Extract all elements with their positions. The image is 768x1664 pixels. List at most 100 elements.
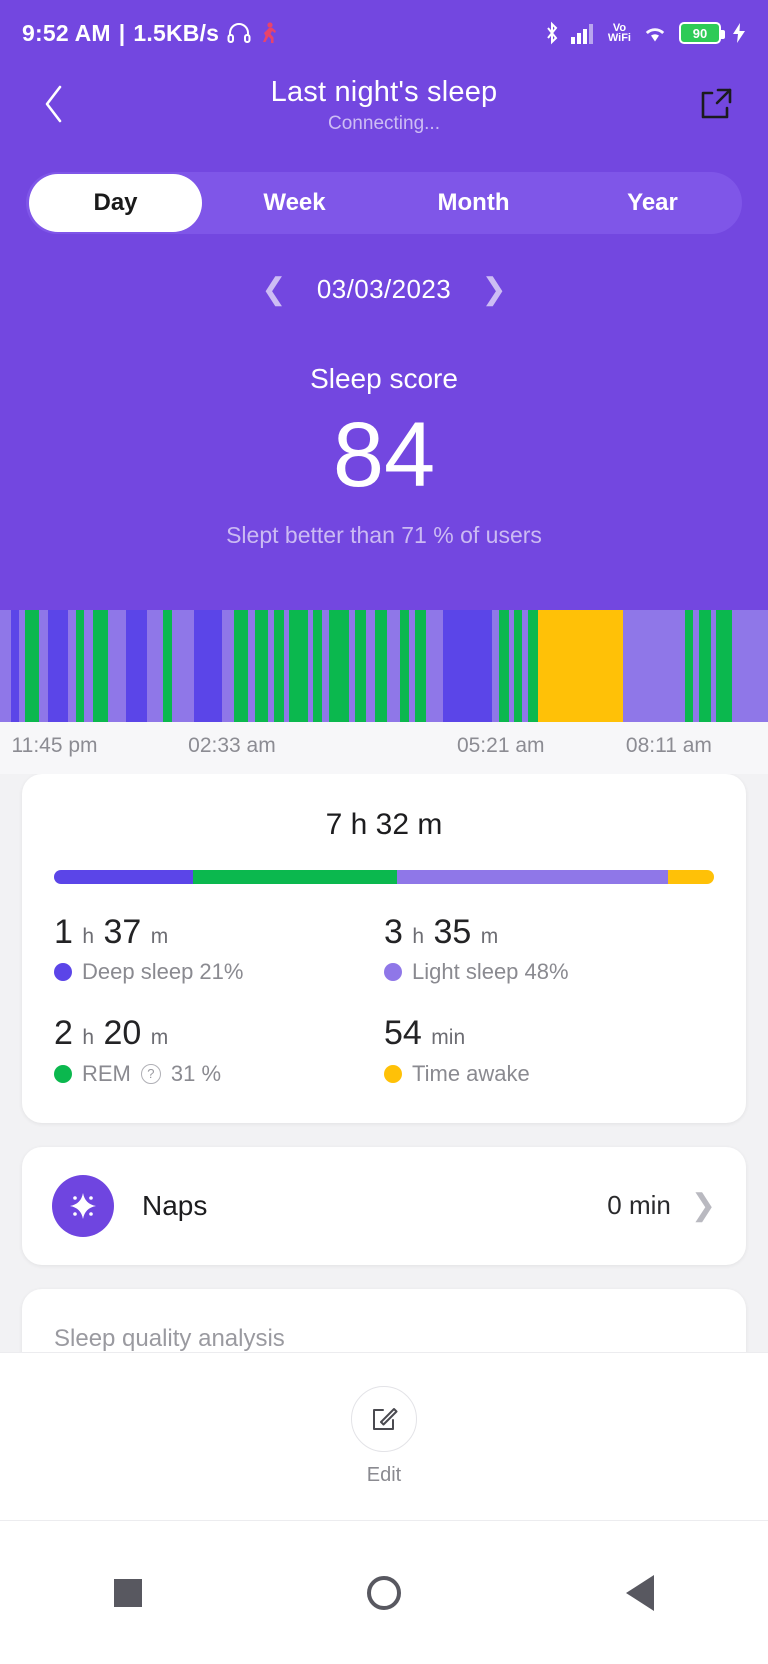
status-bar: 9:52 AM | 1.5KB/s Vo WiFi 90 — [0, 0, 768, 66]
hypnogram-segment — [67, 610, 77, 722]
title-bar: Last night's sleep Connecting... — [0, 66, 768, 158]
period-tabs: Day Week Month Year — [26, 172, 742, 234]
hypnogram-segment — [527, 610, 538, 722]
battery-indicator: 90 — [679, 22, 725, 44]
back-triangle-icon[interactable] — [580, 1553, 700, 1633]
date-navigator: ❮ 03/03/2023 ❯ — [0, 272, 768, 307]
status-network-speed: 1.5KB/s — [133, 19, 220, 46]
axis-tick-label: 11:45 pm — [11, 734, 98, 757]
hypnogram-segment — [329, 610, 350, 722]
status-time: 9:52 AM — [22, 19, 111, 46]
naps-card[interactable]: Naps 0 min ❯ — [22, 1146, 746, 1265]
stat-time-awake: 54 min Time awake — [384, 1015, 714, 1086]
edit-bar: Edit — [0, 1352, 768, 1520]
stat-light-minutes-unit: m — [480, 925, 499, 948]
tab-month[interactable]: Month — [384, 172, 563, 234]
edit-button[interactable] — [351, 1386, 417, 1452]
deep-sleep-color-dot — [54, 963, 72, 982]
volte-wifi-icon: Vo WiFi — [607, 23, 631, 44]
hypnogram-segment — [108, 610, 126, 722]
tab-year[interactable]: Year — [563, 172, 742, 234]
title-block: Last night's sleep Connecting... — [0, 76, 768, 135]
hypnogram-segment — [38, 610, 48, 722]
hypnogram-segment — [366, 610, 375, 722]
hypnogram-time-axis: 11:45 pm 02:33 am 05:21 am 08:11 am — [0, 722, 768, 774]
hypnogram-segment — [171, 610, 194, 722]
tab-day[interactable]: Day — [26, 172, 205, 234]
stack-segment-rem — [192, 870, 398, 884]
running-icon — [259, 22, 277, 44]
sleep-stage-stacked-bar — [54, 870, 714, 884]
hypnogram-segment — [274, 610, 285, 722]
sleep-duration-card: 7 h 32 m 1 h 37 m Deep sleep 21% 3 h 35 … — [22, 774, 746, 1123]
hypnogram-segment — [698, 610, 711, 722]
hypnogram-segment — [623, 610, 686, 722]
hypnogram-segment — [83, 610, 93, 722]
hypnogram-segment — [499, 610, 509, 722]
stat-awake-minutes: 54 — [384, 1014, 422, 1053]
rem-color-dot — [54, 1064, 72, 1083]
stat-light-sleep-label-row: Light sleep 48% — [384, 959, 714, 985]
stat-awake-label-row: Time awake — [384, 1061, 714, 1087]
stat-deep-hours: 1 — [54, 913, 73, 951]
status-separator: | — [118, 19, 126, 46]
hypnogram-segment — [0, 610, 11, 722]
recents-square-icon[interactable] — [68, 1553, 188, 1633]
share-button[interactable] — [692, 80, 740, 128]
content-scroll-area[interactable]: 7 h 32 m 1 h 37 m Deep sleep 21% 3 h 35 … — [0, 774, 768, 1352]
sleep-quality-analysis-card[interactable]: Sleep quality analysis — [22, 1288, 746, 1352]
hypnogram-segment — [76, 610, 84, 722]
axis-tick-label: 08:11 am — [625, 734, 712, 757]
stat-rem-hours-unit: h — [82, 1026, 95, 1050]
hypnogram-segment — [387, 610, 401, 722]
hypnogram-segment — [716, 610, 733, 722]
stat-light-sleep-label: Light sleep 48% — [412, 959, 569, 985]
status-bar-right: Vo WiFi 90 — [544, 21, 746, 45]
light-sleep-color-dot — [384, 963, 402, 982]
sleep-stage-stats: 1 h 37 m Deep sleep 21% 3 h 35 m Light s… — [54, 913, 714, 1087]
hypnogram-segment — [491, 610, 500, 722]
time-awake-color-dot — [384, 1064, 402, 1083]
stat-rem-percent: 31 % — [170, 1060, 222, 1086]
page-title: Last night's sleep — [270, 76, 498, 108]
connection-status: Connecting... — [328, 113, 440, 134]
naps-value: 0 min — [607, 1190, 671, 1221]
stat-light-sleep: 3 h 35 m Light sleep 48% — [384, 913, 714, 985]
wifi-label: WiFi — [607, 32, 631, 44]
hypnogram-segment — [289, 610, 308, 722]
home-circle-icon[interactable] — [324, 1553, 444, 1633]
stat-light-minutes: 35 — [433, 913, 472, 951]
stat-awake-minutes-unit: min — [431, 1026, 466, 1050]
stat-deep-minutes-unit: m — [150, 925, 169, 948]
wifi-icon — [642, 22, 668, 44]
hypnogram-segment — [312, 610, 322, 722]
hypnogram-segment — [254, 610, 269, 722]
hypnogram-segment — [537, 610, 624, 722]
stat-awake-label: Time awake — [412, 1060, 530, 1086]
hero-panel: 9:52 AM | 1.5KB/s Vo WiFi 90 Last night'… — [0, 0, 768, 610]
tab-week[interactable]: Week — [205, 172, 384, 234]
hypnogram-segment — [233, 610, 249, 722]
stack-segment-deep — [54, 870, 193, 884]
sparkle-star-icon — [52, 1174, 114, 1237]
sleep-stage-hypnogram[interactable] — [0, 610, 768, 722]
hypnogram-segment — [426, 610, 444, 722]
stack-segment-awake — [667, 870, 714, 884]
previous-day-button[interactable]: ❮ — [259, 272, 289, 307]
naps-label: Naps — [142, 1189, 208, 1221]
next-day-button[interactable]: ❯ — [479, 272, 509, 307]
stat-deep-sleep-label: Deep sleep 21% — [82, 959, 244, 985]
total-sleep-duration: 7 h 32 m — [325, 808, 443, 841]
chevron-right-icon[interactable]: ❯ — [691, 1188, 716, 1223]
stat-deep-sleep-value: 1 h 37 m — [54, 913, 384, 951]
question-circle-icon[interactable]: ? — [140, 1063, 161, 1084]
axis-tick-label: 05:21 am — [456, 734, 545, 757]
hypnogram-segment — [355, 610, 367, 722]
sleep-score-title: Sleep score — [310, 363, 458, 394]
stat-light-sleep-value: 3 h 35 m — [384, 913, 714, 951]
hypnogram-segment — [443, 610, 492, 722]
status-bar-left: 9:52 AM | 1.5KB/s — [22, 20, 277, 47]
stat-light-hours-unit: h — [412, 925, 425, 948]
battery-level-label: 90 — [692, 25, 708, 41]
cellular-signal-icon — [570, 22, 597, 44]
